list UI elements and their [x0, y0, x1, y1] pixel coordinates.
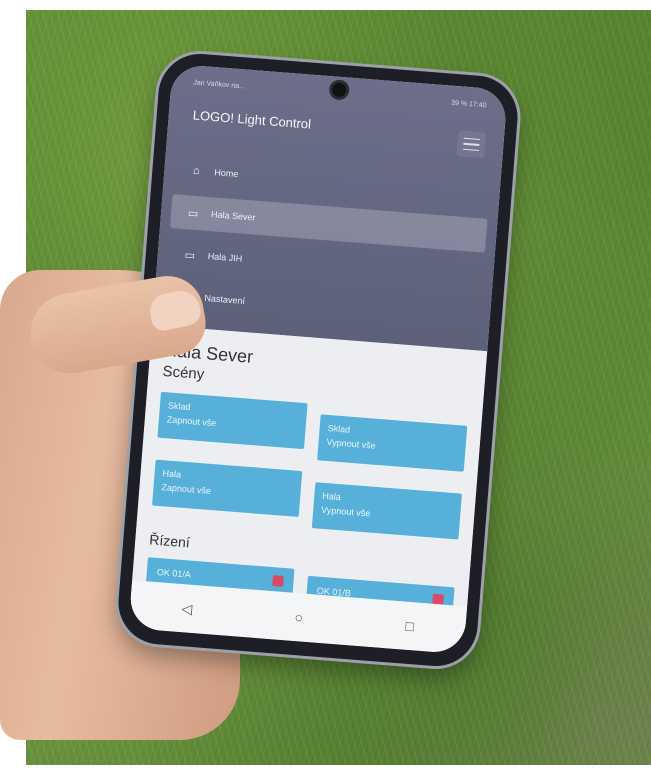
menu-icon[interactable]	[456, 130, 487, 159]
nav-item-label: Hala JIH	[207, 251, 243, 264]
recents-icon[interactable]: □	[405, 618, 415, 635]
scene-button-sklad-off[interactable]: Sklad Vypnout vše	[317, 414, 468, 472]
scene-button-sklad-on[interactable]: Sklad Zapnout vše	[157, 391, 308, 450]
nav-list: ⌂ Home ▭ Hala Sever ▭ Hala JIH ✱ Nastave…	[163, 152, 491, 344]
smartphone: Jan Vaňkov na... 39 % 17:40 LOGO! Light …	[115, 50, 521, 670]
control-label: OK 01/A	[156, 567, 192, 580]
navigation-drawer: Jan Vaňkov na... 39 % 17:40 LOGO! Light …	[152, 63, 508, 352]
phone-screen: Jan Vaňkov na... 39 % 17:40 LOGO! Light …	[128, 63, 508, 655]
nav-item-label: Nastavení	[204, 292, 246, 307]
nav-item-label: Hala Sever	[210, 209, 256, 223]
home-button-icon[interactable]: ○	[294, 609, 304, 626]
back-icon[interactable]: ◁	[181, 600, 193, 618]
laptop-icon: ▭	[184, 248, 196, 262]
scene-button-hala-on[interactable]: Hala Zapnout vše	[152, 459, 303, 517]
scene-button-hala-off[interactable]: Hala Vypnout vše	[311, 482, 462, 540]
app-title: LOGO! Light Control	[192, 107, 312, 132]
laptop-icon: ▭	[187, 206, 199, 220]
nav-item-label: Home	[214, 167, 239, 180]
status-bar-right: 39 % 17:40	[450, 99, 487, 110]
state-indicator	[272, 575, 284, 587]
status-bar-left: Jan Vaňkov na...	[193, 79, 246, 91]
main-content: Hala Sever Scény Sklad Zapnout vše Sklad…	[132, 324, 488, 616]
home-icon: ⌂	[192, 164, 201, 178]
scene-grid: Sklad Zapnout vše Sklad Vypnout vše Hala…	[151, 391, 468, 540]
